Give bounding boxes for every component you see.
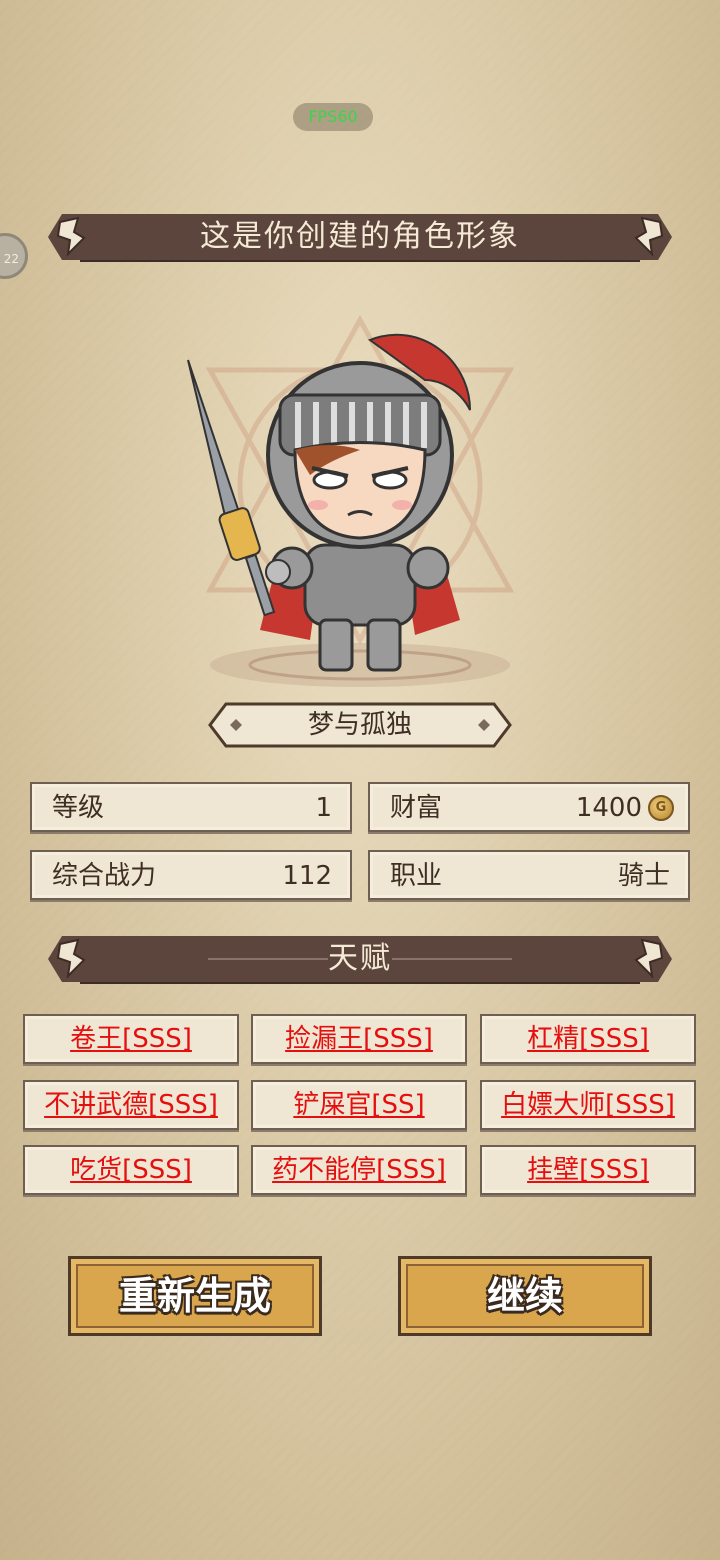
talents-banner: 天赋	[48, 934, 672, 984]
stat-wealth-value: 1400	[575, 793, 642, 823]
gold-coin-icon: G	[648, 795, 674, 821]
regenerate-button[interactable]: 重新生成	[68, 1256, 322, 1336]
talent-item[interactable]: 白嫖大师[SSS]	[480, 1080, 696, 1130]
talent-label[interactable]: 不讲武德[SSS]	[44, 1090, 218, 1120]
talent-item[interactable]: 捡漏王[SSS]	[251, 1014, 467, 1064]
fps-counter: FPS60	[293, 103, 373, 131]
talent-label[interactable]: 杠精[SSS]	[527, 1024, 649, 1054]
talent-label[interactable]: 挂壁[SSS]	[527, 1155, 649, 1185]
talent-label[interactable]: 捡漏王[SSS]	[285, 1024, 433, 1054]
talent-label[interactable]: 卷王[SSS]	[70, 1024, 192, 1054]
talent-label[interactable]: 铲屎官[SS]	[293, 1090, 424, 1120]
stat-wealth: 财富 1400 G	[368, 782, 690, 832]
stat-level-value: 1	[315, 793, 332, 823]
page-title: 这是你创建的角色形象	[200, 219, 520, 254]
regenerate-button-label: 重新生成	[118, 1274, 271, 1318]
character-name: 梦与孤独	[307, 710, 412, 740]
stat-power-value: 112	[282, 861, 332, 891]
continue-button-label: 继续	[486, 1274, 563, 1318]
talent-item[interactable]: 卷王[SSS]	[23, 1014, 239, 1064]
talent-item[interactable]: 不讲武德[SSS]	[23, 1080, 239, 1130]
talent-label[interactable]: 白嫖大师[SSS]	[501, 1090, 675, 1120]
knight-character-portrait	[187, 314, 515, 687]
stat-level-label: 等级	[52, 793, 105, 823]
stat-power-label: 综合战力	[52, 861, 157, 891]
talent-item[interactable]: 挂壁[SSS]	[480, 1145, 696, 1195]
talent-item[interactable]: 铲屎官[SS]	[251, 1080, 467, 1130]
talent-item[interactable]: 杠精[SSS]	[480, 1014, 696, 1064]
talents-title: 天赋	[328, 941, 392, 976]
stat-job: 职业 骑士	[368, 850, 690, 900]
talent-label[interactable]: 药不能停[SSS]	[272, 1155, 446, 1185]
title-banner: 这是你创建的角色形象	[48, 212, 672, 262]
character-name-plate: 梦与孤独	[206, 700, 514, 750]
stat-job-label: 职业	[390, 861, 443, 891]
talent-item[interactable]: 吃货[SSS]	[23, 1145, 239, 1195]
stat-job-value: 骑士	[617, 861, 670, 891]
stat-power: 综合战力 112	[30, 850, 352, 900]
talent-label[interactable]: 吃货[SSS]	[70, 1155, 192, 1185]
talent-item[interactable]: 药不能停[SSS]	[251, 1145, 467, 1195]
continue-button[interactable]: 继续	[398, 1256, 652, 1336]
stat-wealth-label: 财富	[390, 793, 443, 823]
stat-level: 等级 1	[30, 782, 352, 832]
